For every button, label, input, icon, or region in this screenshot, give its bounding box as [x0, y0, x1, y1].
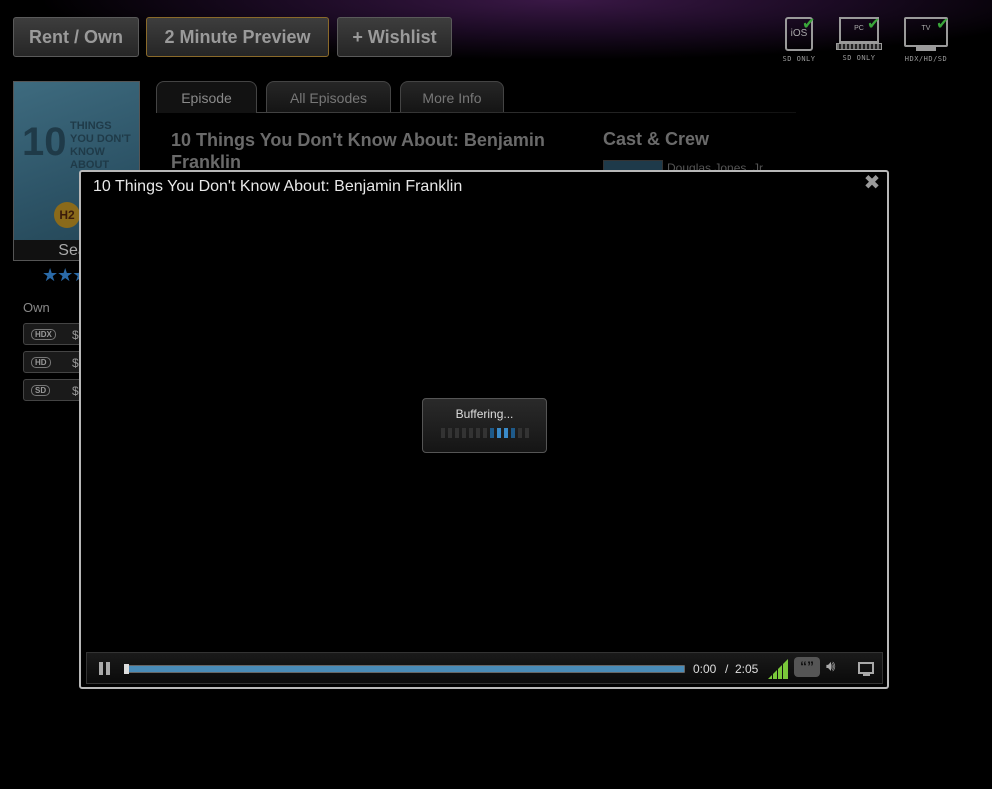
poster-title-line: YOU DON'T — [70, 133, 131, 145]
fullscreen-icon[interactable] — [858, 662, 874, 676]
tv-stand — [916, 47, 936, 51]
seek-handle[interactable] — [124, 664, 129, 674]
buffer-bar — [524, 428, 529, 438]
device-name: TV — [921, 25, 931, 32]
buffer-bar — [461, 428, 466, 438]
buffer-bar — [496, 428, 501, 438]
poster-title: THINGS YOU DON'T KNOW ABOUT — [70, 120, 139, 172]
close-icon[interactable]: ✖ — [862, 173, 882, 193]
device-label: SD ONLY — [842, 54, 876, 62]
buffer-bar — [447, 428, 452, 438]
device-label: SD ONLY — [782, 55, 816, 63]
sd-badge: SD — [31, 385, 51, 396]
buffer-bar — [510, 428, 515, 438]
poster-title-line: KNOW ABOUT — [70, 146, 110, 171]
cast-heading: Cast & Crew — [603, 129, 710, 149]
hdx-badge: HDX — [31, 329, 56, 340]
buffer-bar — [482, 428, 487, 438]
buffering-indicator: Buffering... — [422, 398, 547, 453]
device-tv: TV ✔ HDX/HD/SD — [898, 16, 954, 63]
buffer-bar — [440, 428, 445, 438]
price: $ — [72, 328, 79, 342]
tab-episode[interactable]: Episode — [156, 81, 257, 113]
h2-logo: H2 — [54, 202, 80, 228]
device-pc: PC ✔ SD ONLY — [835, 16, 883, 62]
check-icon: ✔ — [867, 16, 881, 33]
device-label: HDX/HD/SD — [904, 55, 948, 63]
buffer-bar — [454, 428, 459, 438]
tab-divider — [256, 112, 796, 113]
own-label: Own — [23, 300, 50, 315]
time-separator: / — [725, 662, 729, 676]
player-title: 10 Things You Don't Know About: Benjamin… — [93, 178, 463, 195]
video-player-modal: 10 Things You Don't Know About: Benjamin… — [79, 170, 889, 689]
buffering-text: Buffering... — [455, 407, 514, 421]
tab-more-info[interactable]: More Info — [400, 81, 504, 113]
poster-number: 10 — [22, 120, 67, 164]
pause-icon[interactable] — [99, 662, 111, 675]
buffer-bar — [468, 428, 473, 438]
buffer-bar — [503, 428, 508, 438]
buffering-progress — [423, 428, 546, 438]
price: $ — [72, 384, 79, 398]
buffer-bar — [489, 428, 494, 438]
device-ios: iOS ✔ SD ONLY — [780, 16, 818, 63]
current-time: 0:00 — [693, 662, 717, 676]
keyboard-icon — [836, 43, 882, 50]
signal-strength-icon[interactable] — [768, 659, 790, 679]
captions-icon[interactable]: “” — [794, 657, 820, 677]
check-icon: ✔ — [936, 16, 950, 33]
buffer-bar — [475, 428, 480, 438]
preview-button[interactable]: 2 Minute Preview — [146, 17, 329, 57]
check-icon: ✔ — [802, 16, 816, 33]
device-name: PC — [854, 25, 864, 32]
poster-title-line: THINGS — [70, 120, 112, 132]
buffer-bar — [517, 428, 522, 438]
seek-bar[interactable] — [124, 664, 685, 674]
wishlist-button[interactable]: + Wishlist — [337, 17, 452, 57]
hd-badge: HD — [31, 357, 51, 368]
episode-title: 10 Things You Don't Know About: Benjamin… — [171, 130, 545, 172]
tab-all-episodes[interactable]: All Episodes — [266, 81, 391, 113]
volume-icon[interactable]: 🔊︎ — [826, 658, 846, 678]
price: $ — [72, 356, 79, 370]
rent-own-button[interactable]: Rent / Own — [13, 17, 139, 57]
total-time: 2:05 — [735, 662, 759, 676]
player-control-bar: 0:00 / 2:05 “” 🔊︎ — [86, 652, 883, 684]
